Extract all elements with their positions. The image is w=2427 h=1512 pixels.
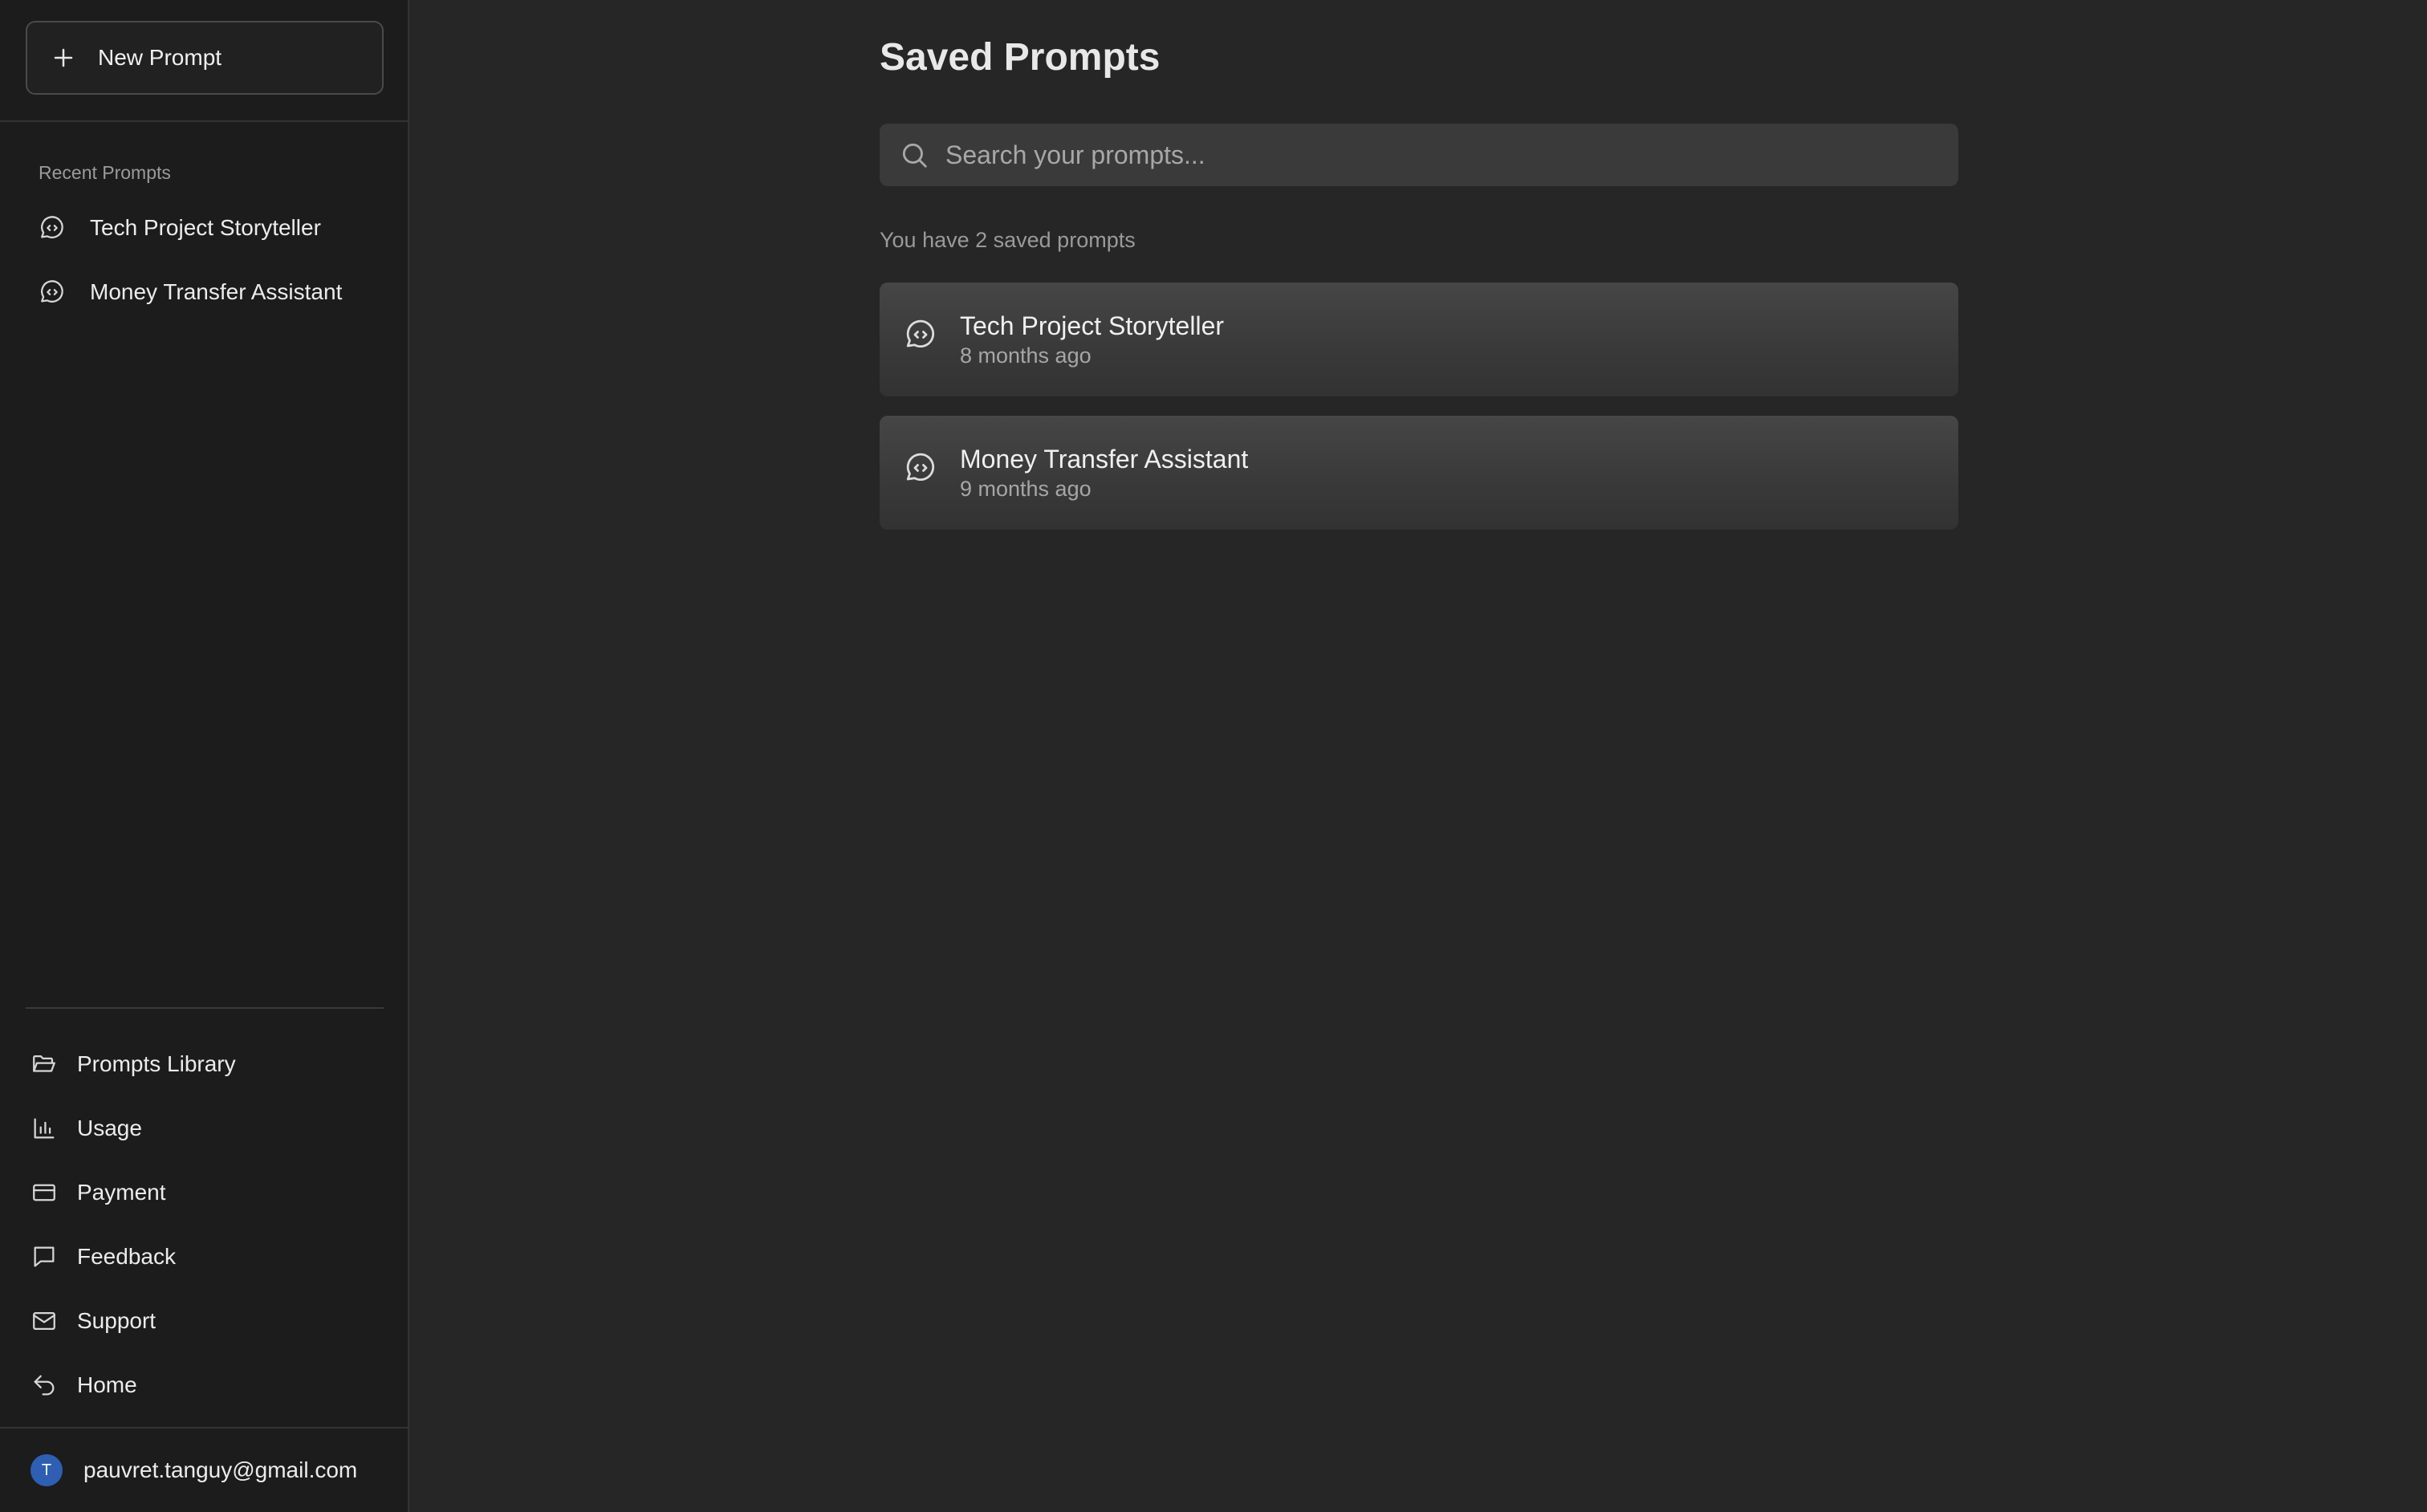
sidebar-divider — [0, 120, 408, 122]
prompt-timestamp: 9 months ago — [960, 477, 1092, 501]
nav-item-usage[interactable]: Usage — [30, 1106, 142, 1151]
sidebar: New Prompt Recent Prompts Tech Project S… — [0, 0, 409, 1512]
nav-item-feedback[interactable]: Feedback — [30, 1234, 176, 1279]
folder-open-icon — [30, 1051, 58, 1078]
message-code-icon — [904, 318, 937, 352]
message-code-icon — [39, 278, 66, 306]
nav-item-label: Usage — [77, 1116, 142, 1140]
nav-item-payment[interactable]: Payment — [30, 1170, 166, 1215]
saved-prompts-count: You have 2 saved prompts — [880, 228, 1136, 252]
nav-item-label: Feedback — [77, 1244, 176, 1269]
nav-item-support[interactable]: Support — [30, 1299, 156, 1343]
credit-card-icon — [30, 1179, 58, 1206]
nav-item-home[interactable]: Home — [30, 1363, 137, 1408]
new-prompt-button[interactable]: New Prompt — [26, 21, 384, 95]
prompt-card-money-transfer-assistant[interactable]: Money Transfer Assistant 9 months ago — [880, 416, 1958, 530]
search-icon — [899, 140, 929, 170]
message-code-icon — [39, 214, 66, 242]
prompt-card-text: Money Transfer Assistant 9 months ago — [960, 443, 1248, 502]
nav-item-prompts-library[interactable]: Prompts Library — [30, 1042, 236, 1087]
nav-item-label: Home — [77, 1372, 137, 1397]
account-email: pauvret.tanguy@gmail.com — [83, 1457, 358, 1482]
message-code-icon — [904, 451, 937, 485]
recent-item-label: Tech Project Storyteller — [90, 215, 321, 240]
prompt-card-text: Tech Project Storyteller 8 months ago — [960, 310, 1224, 369]
recent-item-tech-project-storyteller[interactable]: Tech Project Storyteller — [39, 205, 321, 250]
plus-icon — [51, 46, 75, 70]
nav-item-label: Prompts Library — [77, 1051, 236, 1076]
nav-item-label: Support — [77, 1308, 157, 1333]
avatar: T — [30, 1454, 63, 1486]
search-box[interactable] — [880, 124, 1958, 186]
bar-chart-icon — [30, 1115, 58, 1142]
sidebar-divider — [26, 1007, 384, 1009]
prompt-title: Money Transfer Assistant — [960, 445, 1249, 474]
new-prompt-label: New Prompt — [98, 45, 222, 70]
prompt-card-tech-project-storyteller[interactable]: Tech Project Storyteller 8 months ago — [880, 282, 1958, 396]
mail-icon — [30, 1307, 58, 1335]
account-menu[interactable]: T pauvret.tanguy@gmail.com — [30, 1453, 357, 1488]
prompt-timestamp: 8 months ago — [960, 343, 1092, 368]
recent-item-label: Money Transfer Assistant — [90, 279, 343, 304]
app-root: New Prompt Recent Prompts Tech Project S… — [0, 0, 2427, 1512]
recent-item-money-transfer-assistant[interactable]: Money Transfer Assistant — [39, 270, 342, 315]
recent-prompts-heading: Recent Prompts — [39, 162, 171, 183]
search-input[interactable] — [945, 140, 1958, 170]
sidebar-divider — [0, 1427, 408, 1429]
page-title: Saved Prompts — [880, 36, 1161, 79]
prompt-title: Tech Project Storyteller — [960, 311, 1225, 340]
nav-item-label: Payment — [77, 1180, 166, 1205]
message-square-icon — [30, 1243, 58, 1270]
undo-arrow-icon — [30, 1372, 58, 1399]
